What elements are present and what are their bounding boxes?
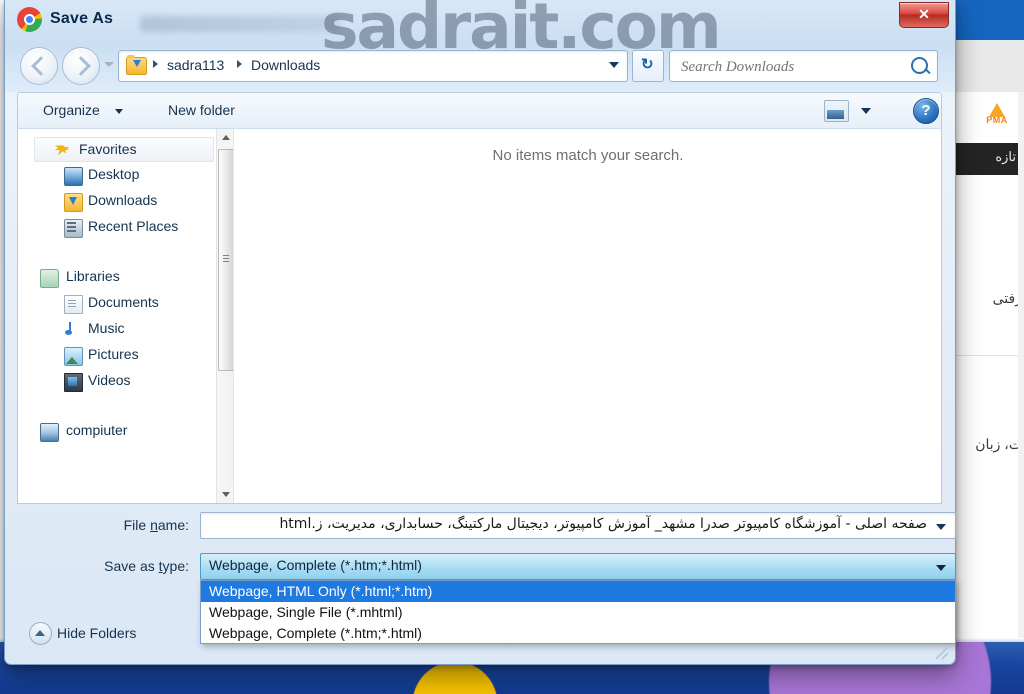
sidebar-item-libraries[interactable]: Libraries (18, 265, 233, 290)
sidebar-item-label: Pictures (88, 346, 139, 362)
sidebar-item-computer[interactable]: compiuter (18, 419, 233, 444)
picture-icon (64, 347, 83, 366)
view-chevron-down-icon[interactable] (861, 108, 871, 114)
back-button[interactable] (20, 47, 58, 85)
navigation-pane-scrollbar[interactable] (216, 129, 233, 503)
dialog-titlebar: Save As sadrait.com ✕ (5, 0, 955, 63)
breadcrumb-separator-icon (237, 60, 242, 68)
background-site-navbar: تازه (955, 143, 1024, 175)
save-as-type-chevron-down-icon[interactable] (936, 565, 946, 571)
search-icon (911, 57, 928, 74)
search-box[interactable] (669, 50, 938, 82)
sidebar-item-label: Favorites (79, 141, 137, 157)
address-dropdown-icon[interactable] (609, 62, 619, 68)
sidebar-item-label: Music (88, 320, 125, 336)
chrome-icon (17, 7, 42, 32)
star-icon (54, 141, 70, 154)
file-name-chevron-down-icon[interactable] (936, 524, 946, 530)
file-name-field[interactable]: صفحه اصلی - آموزشگاه کامپیوتر صدرا مشهد_… (200, 512, 956, 539)
libraries-folder-icon (40, 269, 59, 288)
organize-button[interactable]: Organize (43, 102, 100, 118)
search-input[interactable] (679, 56, 901, 78)
background-browser-titlebar (955, 0, 1024, 40)
background-nav-item: تازه (995, 149, 1016, 164)
file-list-pane[interactable]: No items match your search. (235, 129, 941, 503)
watermark-blur (140, 16, 340, 32)
sidebar-item-label: Documents (88, 294, 159, 310)
sidebar-item-recent-places[interactable]: Recent Places (18, 215, 233, 240)
sidebar-item-documents[interactable]: Documents (18, 291, 233, 316)
sidebar-item-label: Libraries (66, 268, 120, 284)
breadcrumb-item-1[interactable]: Downloads (251, 57, 320, 73)
refresh-button[interactable]: ↻ (632, 50, 664, 82)
background-divider (955, 355, 1024, 356)
background-text-fragment-1: رفتی (992, 290, 1022, 306)
address-bar[interactable]: sadra113 Downloads (118, 50, 628, 82)
scroll-up-arrow-icon[interactable] (217, 129, 233, 146)
breadcrumb-item-0[interactable]: sadra113 (167, 57, 224, 73)
downloads-folder-icon (126, 55, 147, 75)
sidebar-item-label: compiuter (66, 422, 128, 438)
save-form: File name: صفحه اصلی - آموزشگاه کامپیوتر… (17, 512, 956, 645)
change-view-icon[interactable] (824, 100, 849, 122)
dropdown-option-1[interactable]: Webpage, Single File (*.mhtml) (201, 602, 955, 623)
sidebar-item-downloads[interactable]: Downloads (18, 189, 233, 214)
dialog-title: Save As (50, 10, 114, 27)
desktop-icon (64, 167, 83, 186)
sidebar-item-desktop[interactable]: Desktop (18, 163, 233, 188)
dropdown-option-0[interactable]: Webpage, HTML Only (*.html;*.htm) (201, 581, 955, 602)
site-logo: PMA (980, 103, 1014, 131)
scroll-down-arrow-icon[interactable] (217, 486, 233, 503)
explorer-toolbar: Organize New folder ? (17, 92, 942, 128)
save-as-type-combobox[interactable]: Webpage, Complete (*.htm;*.html) (200, 553, 956, 580)
file-name-value: صفحه اصلی - آموزشگاه کامپیوتر صدرا مشهد_… (279, 516, 927, 532)
sidebar-item-favorites[interactable]: Favorites (34, 137, 214, 162)
hide-folders-button[interactable]: Hide Folders (57, 625, 136, 641)
refresh-icon: ↻ (641, 56, 654, 73)
navigation-pane: Favorites Desktop Downloads Recent Place… (18, 129, 234, 503)
file-name-label: File name: (123, 517, 189, 533)
background-browser-toolbar (955, 40, 1024, 92)
video-icon (64, 373, 83, 392)
save-as-type-dropdown-list[interactable]: Webpage, HTML Only (*.html;*.htm) Webpag… (200, 580, 956, 644)
background-page-scrollbar[interactable] (1018, 92, 1024, 652)
sidebar-item-label: Videos (88, 372, 131, 388)
dropdown-option-2[interactable]: Webpage, Complete (*.htm;*.html) (201, 623, 955, 644)
recent-locations-chevron-icon[interactable] (104, 62, 114, 67)
sidebar-item-label: Downloads (88, 192, 158, 208)
dialog-navigation-bar: sadra113 Downloads ↻ (5, 40, 955, 90)
downloads-folder-icon (64, 193, 83, 212)
help-button[interactable]: ? (913, 98, 939, 124)
save-as-dialog: Save As sadrait.com ✕ sadra113 Downloads… (4, 0, 956, 665)
forward-button[interactable] (62, 47, 100, 85)
explorer-panes: Favorites Desktop Downloads Recent Place… (17, 128, 942, 504)
sidebar-item-label: Recent Places (88, 218, 179, 234)
new-folder-button[interactable]: New folder (168, 102, 235, 118)
resize-grip[interactable] (936, 647, 948, 659)
hide-folders-chevron-up-icon[interactable] (29, 622, 52, 645)
sidebar-item-label: Desktop (88, 166, 140, 182)
background-web-page (955, 92, 1024, 652)
save-as-type-value: Webpage, Complete (*.htm;*.html) (209, 557, 422, 573)
sidebar-item-pictures[interactable]: Pictures (18, 343, 233, 368)
sidebar-item-music[interactable]: Music (18, 317, 233, 342)
chevron-down-icon[interactable] (115, 109, 123, 114)
recent-places-icon (64, 219, 83, 238)
sidebar-item-videos[interactable]: Videos (18, 369, 233, 394)
empty-list-message: No items match your search. (492, 147, 684, 164)
save-as-type-label: Save as type: (104, 558, 189, 574)
scrollbar-thumb[interactable] (218, 149, 233, 371)
close-button[interactable]: ✕ (899, 2, 949, 28)
computer-icon (40, 423, 59, 442)
breadcrumb-separator-icon (153, 60, 158, 68)
document-icon (64, 295, 83, 314)
